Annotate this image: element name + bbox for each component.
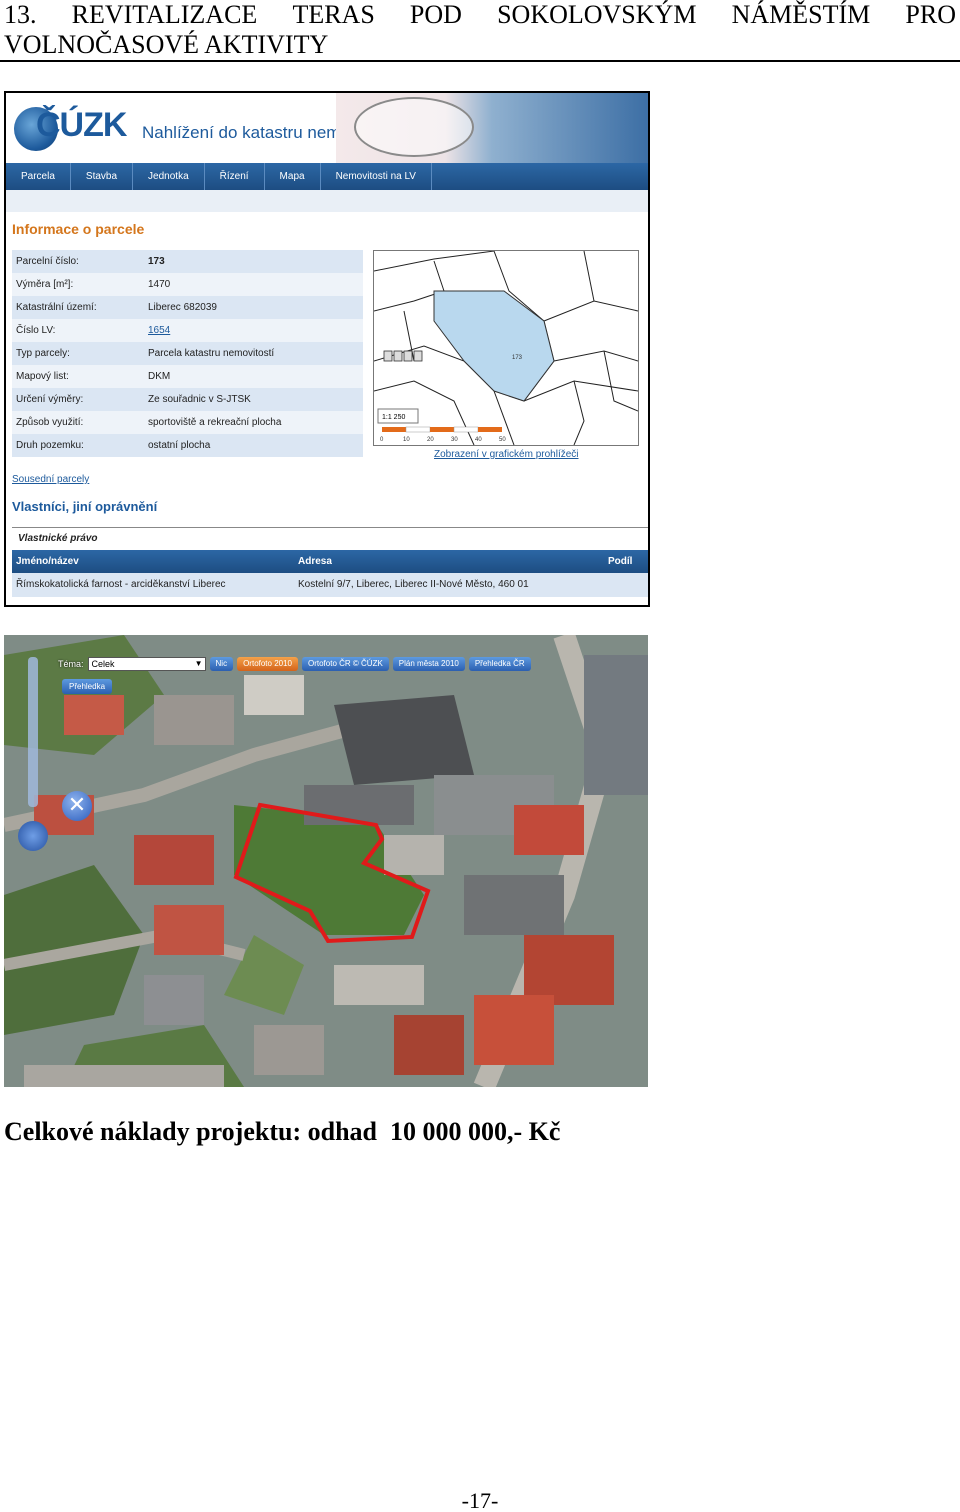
nav-item-rizeni[interactable]: Řízení <box>205 163 265 190</box>
prehled-button[interactable]: Přehledka <box>62 679 113 694</box>
map-scale-bar <box>382 426 502 433</box>
cadastral-map-drawing: 173 1:1 250 0 10 20 30 40 50 <box>374 251 638 445</box>
info-label: Číslo LV: <box>16 325 56 336</box>
info-value: Liberec 682039 <box>148 302 217 313</box>
scale-tick: 10 <box>403 437 410 443</box>
layer-button-prehledka-cr[interactable]: Přehledka ČR <box>468 657 531 671</box>
close-icon[interactable]: ✕ <box>62 791 92 821</box>
column-header-address: Adresa <box>298 556 332 567</box>
info-value: 1470 <box>148 279 171 290</box>
info-label: Parcelní číslo: <box>16 256 79 267</box>
nav-item-nemovitosti-na-lv[interactable]: Nemovitosti na LV <box>321 163 432 190</box>
info-value: 173 <box>148 256 165 267</box>
document-heading: 13. REVITALIZACE TERAS POD SOKOLOVSKÝM N… <box>4 0 956 60</box>
chevron-down-icon: ▼ <box>194 659 203 668</box>
scale-tick: 20 <box>427 437 434 443</box>
layer-button-ortofoto-2010[interactable]: Ortofoto 2010 <box>237 657 298 671</box>
tema-select[interactable]: Celek ▼ <box>87 657 206 671</box>
owner-name: Římskokatolická farnost - arciděkanství … <box>16 579 226 590</box>
header-decoration <box>336 93 648 163</box>
scale-tick: 40 <box>475 437 482 443</box>
owners-caption: Vlastnické právo <box>12 528 648 550</box>
map-toolbar: Téma: Celek ▼ Nic Ortofoto 2010 Ortofoto… <box>58 657 531 671</box>
lv-number-link[interactable]: 1654 <box>148 325 363 336</box>
owners-heading: Vlastníci, jiní oprávnění <box>12 499 158 514</box>
info-row: Typ parcely: Parcela katastru nemovitost… <box>12 342 363 365</box>
nav-sub-strip <box>6 190 648 212</box>
tema-label: Téma: <box>58 659 84 669</box>
info-row: Způsob využití: sportoviště a rekreační … <box>12 411 363 434</box>
info-label: Mapový list: <box>16 371 69 382</box>
column-header-share: Podíl <box>608 556 633 567</box>
info-row: Číslo LV: 1654 <box>12 319 363 342</box>
info-row: Určení výměry: Ze souřadnic v S-JTSK <box>12 388 363 411</box>
info-label: Výměra [m²]: <box>16 279 74 290</box>
heading-word: PRO <box>905 0 956 29</box>
heading-word: TERAS <box>292 0 375 29</box>
heading-word: NÁMĚSTÍM <box>731 0 871 29</box>
cuzk-logo-text: ČÚZK <box>36 106 127 144</box>
heading-word: 13. <box>4 0 37 29</box>
info-row: Výměra [m²]: 1470 <box>12 273 363 296</box>
heading-line-2: VOLNOČASOVÉ AKTIVITY <box>4 30 329 59</box>
info-value: ostatní plocha <box>148 440 211 451</box>
page-number: -17- <box>461 1488 499 1512</box>
info-value: DKM <box>148 371 171 382</box>
column-header-name: Jméno/název <box>16 556 79 567</box>
info-row: Parcelní číslo: 173 <box>12 250 363 273</box>
tema-select-value: Celek <box>91 659 115 669</box>
info-value: sportoviště a rekreační plocha <box>148 417 282 428</box>
table-row: Římskokatolická farnost - arciděkanství … <box>12 573 648 597</box>
heading-word: REVITALIZACE <box>71 0 258 29</box>
info-row: Mapový list: DKM <box>12 365 363 388</box>
info-label: Určení výměry: <box>16 394 84 405</box>
heading-underline <box>0 60 960 62</box>
owner-share <box>608 573 648 597</box>
scale-tick: 50 <box>499 437 506 443</box>
owners-table: Vlastnické právo Jméno/název Adresa Podí… <box>12 527 648 597</box>
heading-line-1: 13. REVITALIZACE TERAS POD SOKOLOVSKÝM N… <box>4 0 956 30</box>
magnifier-icon <box>354 97 474 157</box>
aerial-photo[interactable] <box>4 635 648 1087</box>
nav-item-mapa[interactable]: Mapa <box>265 163 321 190</box>
owner-address: Kostelní 9/7, Liberec, Liberec II-Nové M… <box>298 579 529 590</box>
parcel-info-heading: Informace o parcele <box>12 221 145 237</box>
map-parcel-number: 173 <box>512 355 523 361</box>
cadastral-map-thumbnail[interactable]: 173 1:1 250 0 10 20 30 40 50 <box>373 250 639 446</box>
zoom-slider[interactable] <box>28 657 38 807</box>
info-label: Způsob využití: <box>16 417 84 428</box>
cuzk-header: ČÚZK Nahlížení do katastru nemovitostí <box>6 93 648 163</box>
layer-button-nic[interactable]: Nic <box>209 657 234 671</box>
nav-item-parcela[interactable]: Parcela <box>6 163 71 190</box>
parcel-info-table: Parcelní číslo: 173 Výměra [m²]: 1470 Ka… <box>12 250 363 457</box>
info-value: Ze souřadnic v S-JTSK <box>148 394 251 405</box>
info-label: Typ parcely: <box>16 348 70 359</box>
heading-word: SOKOLOVSKÝM <box>497 0 697 29</box>
heading-word: POD <box>409 0 462 29</box>
cuzk-nav-bar: Parcela Stavba Jednotka Řízení Mapa Nemo… <box>6 163 648 190</box>
project-cost-line: Celkové náklady projektu: odhad 10 000 0… <box>4 1117 561 1146</box>
map-scale: 1:1 250 <box>382 414 405 421</box>
info-value: Parcela katastru nemovitostí <box>148 348 275 359</box>
info-row: Druh pozemku: ostatní plocha <box>12 434 363 457</box>
graphic-viewer-link[interactable]: Zobrazení v grafickém prohlížeči <box>434 449 579 460</box>
info-label: Katastrální území: <box>16 302 97 313</box>
layer-button-ortofoto-cr[interactable]: Ortofoto ČR © ČÚZK <box>302 657 389 671</box>
nav-item-stavba[interactable]: Stavba <box>71 163 134 190</box>
info-label: Druh pozemku: <box>16 440 84 451</box>
layer-button-plan-mesta[interactable]: Plán města 2010 <box>392 657 465 671</box>
owners-table-header: Jméno/název Adresa Podíl <box>12 550 648 573</box>
pan-control-icon[interactable] <box>18 821 48 851</box>
neighbor-parcels-link[interactable]: Sousední parcely <box>12 474 89 485</box>
cuzk-screenshot: ČÚZK Nahlížení do katastru nemovitostí P… <box>4 91 650 607</box>
aerial-map-screenshot: Téma: Celek ▼ Nic Ortofoto 2010 Ortofoto… <box>4 635 648 1087</box>
scale-tick: 30 <box>451 437 458 443</box>
nav-item-jednotka[interactable]: Jednotka <box>133 163 205 190</box>
info-row: Katastrální území: Liberec 682039 <box>12 296 363 319</box>
